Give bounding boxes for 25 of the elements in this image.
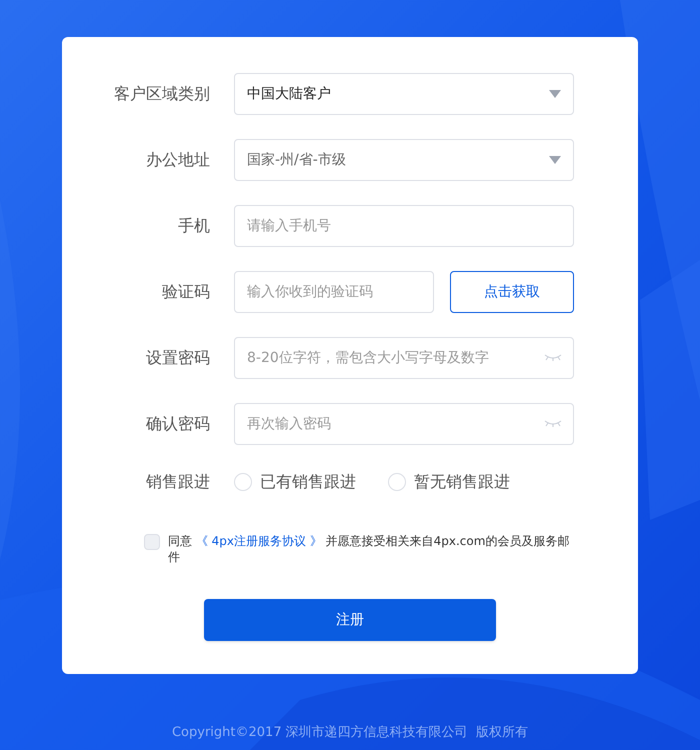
field-label: 销售跟进 <box>145 471 211 493</box>
checkbox[interactable] <box>144 534 160 550</box>
register-button[interactable]: 注册 <box>204 599 496 641</box>
input-field[interactable]: 输入你收到的验证码 <box>234 271 434 313</box>
select-field[interactable]: 中国大陆客户 <box>234 73 574 115</box>
input-field[interactable]: 请输入手机号 <box>234 205 574 247</box>
closed-eye-icon <box>544 420 562 428</box>
get-code-button[interactable]: 点击获取 <box>450 271 574 313</box>
password-field[interactable]: 再次输入密码 <box>234 403 574 445</box>
password-field[interactable]: 8-20位字符，需包含大小写字母及数字 <box>234 337 574 379</box>
closed-eye-icon <box>544 354 562 362</box>
radio-option[interactable]: 已有销售跟进 <box>234 470 356 494</box>
copyright-text: Copyright©2017 深圳市递四方信息科技有限公司 版权所有 <box>172 724 528 742</box>
agreement-link[interactable]: 《 4px注册服务协议 》 <box>196 534 322 548</box>
select-field[interactable]: 国家-州/省-市级 <box>234 139 574 181</box>
field-label: 验证码 <box>161 281 211 303</box>
caret-icon <box>549 156 561 164</box>
caret-icon <box>549 90 561 98</box>
radio-option[interactable]: 暂无销售跟进 <box>388 470 510 494</box>
field-label: 确认密码 <box>145 413 211 435</box>
field-label: 客户区域类别 <box>113 83 211 105</box>
field-label: 手机 <box>177 215 211 237</box>
agreement-text: 同意 《 4px注册服务协议 》 并愿意接受相关来自4px.com的会员及服务邮件 <box>168 533 570 565</box>
field-label: 办公地址 <box>145 149 211 171</box>
field-label: 设置密码 <box>145 347 211 369</box>
